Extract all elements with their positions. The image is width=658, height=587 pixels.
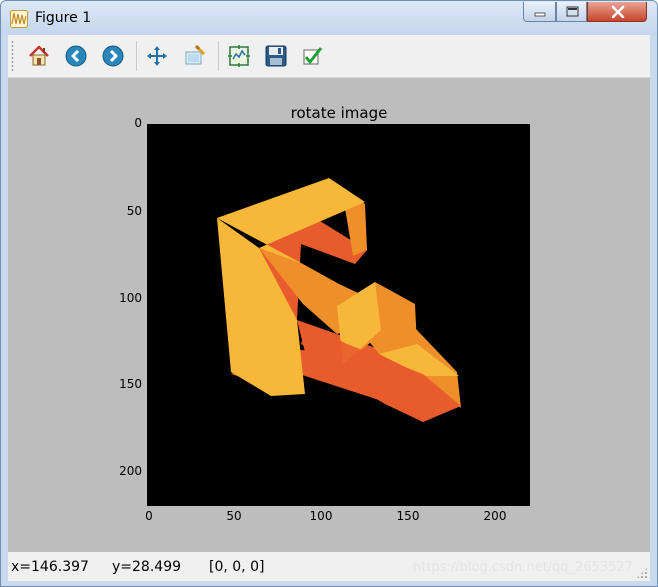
y-coordinate-readout: y=28.499 (112, 559, 182, 575)
y-tick-label: 150 (119, 377, 142, 391)
x-tick-label: 50 (226, 509, 242, 523)
checkmark-icon (303, 47, 323, 65)
x-tick-label: 100 (309, 509, 333, 523)
resize-grip[interactable] (636, 567, 648, 579)
window-title: Figure 1 (35, 10, 92, 26)
maximize-button[interactable] (556, 2, 587, 22)
toolbar-grip[interactable] (11, 40, 14, 72)
minimize-button[interactable] (523, 2, 556, 22)
toolbar-separator (136, 41, 137, 71)
x-tick-label: 0 (145, 509, 153, 523)
close-button[interactable] (587, 2, 647, 22)
matplotlib-icon (10, 10, 28, 28)
forward-button[interactable] (98, 41, 128, 71)
figure-window: Figure 1 rotate image 0 50 100 150 200 0… (0, 0, 658, 587)
pan-button[interactable] (142, 41, 172, 71)
back-arrow-icon (65, 45, 87, 67)
edit-parameters-button[interactable] (298, 41, 328, 71)
home-icon (29, 45, 49, 66)
configure-subplots-button[interactable] (224, 41, 254, 71)
plot-title: rotate image (290, 104, 388, 122)
floppy-disk-icon (265, 45, 287, 67)
status-bar: x=146.397 y=28.499 [0, 0, 0] https://blo… (8, 552, 650, 581)
save-button[interactable] (261, 41, 291, 71)
move-icon (147, 46, 167, 66)
toolbar-separator (218, 41, 219, 71)
figure-canvas-area: rotate image 0 50 100 150 200 0 50 100 1… (8, 35, 650, 581)
minimize-icon (534, 12, 546, 17)
maximize-icon (566, 6, 579, 17)
x-tick-label: 150 (396, 509, 420, 523)
rotated-arrow-image (217, 178, 461, 422)
home-button[interactable] (24, 41, 54, 71)
watermark-text: https://blog.csdn.net/qq_2653527 (413, 560, 633, 575)
close-icon (611, 5, 625, 19)
forward-arrow-icon (102, 45, 124, 67)
title-bar[interactable]: Figure 1 (1, 1, 657, 35)
y-tick-label: 50 (126, 204, 142, 218)
y-tick-label: 200 (119, 464, 142, 478)
y-tick-label: 0 (134, 116, 142, 130)
zoom-rect-icon (185, 44, 206, 65)
x-coordinate-readout: x=146.397 (11, 559, 89, 575)
back-button[interactable] (61, 41, 91, 71)
subplots-icon (228, 45, 250, 67)
pixel-value-readout: [0, 0, 0] (209, 559, 265, 575)
image-axes[interactable] (147, 124, 530, 506)
x-tick-label: 200 (483, 509, 507, 523)
navigation-toolbar (8, 35, 650, 78)
zoom-button[interactable] (180, 41, 210, 71)
y-tick-label: 100 (119, 291, 142, 305)
